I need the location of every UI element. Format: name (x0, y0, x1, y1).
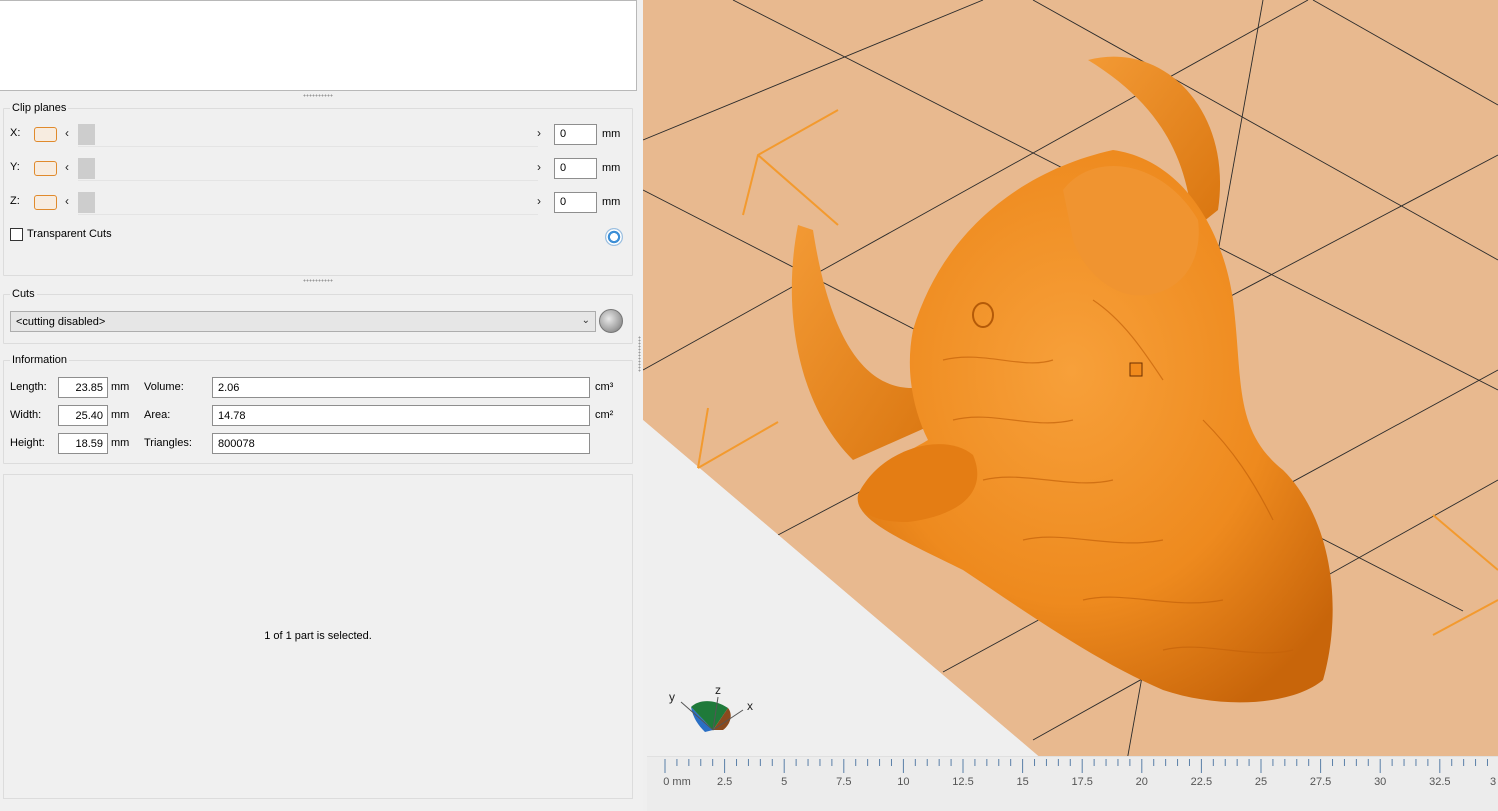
clip-plane-z-icon[interactable] (34, 195, 57, 210)
clip-plane-y-icon[interactable] (34, 161, 57, 176)
cuts-dropdown-value: <cutting disabled> (16, 316, 106, 328)
ruler-tick-label: 30 (1374, 776, 1387, 788)
ruler-tick-label: 10 (897, 776, 910, 788)
ruler-tick-label: 7.5 (836, 776, 852, 788)
panel-resize-grip-middle[interactable] (303, 279, 333, 282)
ruler-tick-label: 20 (1135, 776, 1148, 788)
clip-x-decrease-arrow-icon[interactable]: ‹ (62, 126, 72, 140)
clip-x-increase-arrow-icon[interactable]: › (534, 126, 544, 140)
ruler-ticks (664, 759, 1488, 773)
cuts-dropdown[interactable]: <cutting disabled> ⌄ (10, 311, 596, 332)
triangles-label: Triangles: (144, 437, 192, 449)
ruler-tick-label: 0 mm (663, 776, 691, 788)
clip-x-unit: mm (602, 128, 621, 140)
area-label: Area: (144, 409, 171, 421)
clip-z-slider[interactable] (78, 191, 538, 215)
scene-canvas (643, 0, 1498, 811)
splitter-grip[interactable] (638, 336, 641, 372)
clip-z-slider-thumb[interactable] (78, 192, 95, 213)
clip-row-z: Z: ‹ › 0 mm (4, 191, 634, 215)
length-value: 23.85 (58, 377, 108, 398)
reset-clip-icon[interactable] (605, 228, 623, 246)
volume-label: Volume: (144, 381, 184, 393)
clip-y-slider-thumb[interactable] (78, 158, 95, 179)
clip-z-value-input[interactable]: 0 (554, 192, 597, 213)
area-unit: cm² (595, 409, 614, 421)
information-group: Information Length: 23.85 mm Volume: 2.0… (3, 353, 633, 464)
cuts-group: Cuts <cutting disabled> ⌄ (3, 287, 633, 344)
length-label: Length: (10, 381, 47, 393)
clip-x-label: X: (10, 127, 21, 139)
clip-y-increase-arrow-icon[interactable]: › (534, 160, 544, 174)
width-label: Width: (10, 409, 42, 421)
clip-planes-group: Clip planes X: ‹ › 0 mm Y: ‹ › 0 mm Z: ‹… (3, 101, 634, 276)
panel-resize-grip-top[interactable] (303, 94, 333, 97)
information-title: Information (10, 353, 70, 367)
height-value: 18.59 (58, 433, 108, 454)
clip-planes-title: Clip planes (10, 101, 69, 115)
axis-x-label: x (747, 699, 753, 713)
clip-y-decrease-arrow-icon[interactable]: ‹ (62, 160, 72, 174)
clip-row-y: Y: ‹ › 0 mm (4, 157, 634, 181)
clip-y-value-input[interactable]: 0 (554, 158, 597, 179)
volume-unit: cm³ (595, 381, 614, 393)
ruler-tick-label: 22.5 (1190, 776, 1213, 788)
clip-x-value-input[interactable]: 0 (554, 124, 597, 145)
ruler-tick-label: 32.5 (1429, 776, 1451, 788)
clip-y-unit: mm (602, 162, 621, 174)
clip-y-slider[interactable] (78, 157, 538, 181)
clip-z-increase-arrow-icon[interactable]: › (534, 194, 544, 208)
cut-tool-icon[interactable] (599, 309, 623, 333)
width-value: 25.40 (58, 405, 108, 426)
width-unit: mm (111, 409, 130, 421)
ruler-tick-label: 3 (1489, 776, 1497, 788)
height-label: Height: (10, 437, 45, 449)
selection-status-text: 1 of 1 part is selected. (264, 630, 372, 642)
triangles-value: 800078 (212, 433, 590, 454)
clip-y-label: Y: (10, 161, 20, 173)
length-unit: mm (111, 381, 130, 393)
chevron-down-icon: ⌄ (581, 315, 590, 326)
3d-viewport[interactable]: y z x 0 mm 2.5 5 7.5 10 12.5 15 17.5 20 22.5 25 27.… (643, 0, 1498, 811)
clip-z-label: Z: (10, 195, 20, 207)
ruler-tick-label: 15 (1016, 776, 1029, 788)
clip-plane-x-icon[interactable] (34, 127, 57, 142)
selection-status-area: 1 of 1 part is selected. (3, 474, 633, 799)
clip-row-x: X: ‹ › 0 mm (4, 123, 634, 147)
clip-x-slider[interactable] (78, 123, 538, 147)
axis-z-label: z (715, 683, 721, 697)
clip-z-decrease-arrow-icon[interactable]: ‹ (62, 194, 72, 208)
ruler-tick-label: 17.5 (1071, 776, 1093, 788)
top-preview-area (0, 0, 637, 91)
left-panel: Clip planes X: ‹ › 0 mm Y: ‹ › 0 mm Z: ‹… (0, 0, 640, 811)
ruler-tick-label: 2.5 (716, 776, 733, 788)
transparent-cuts-checkbox[interactable] (10, 228, 23, 241)
volume-value: 2.06 (212, 377, 590, 398)
ruler-tick-label: 5 (781, 776, 788, 788)
ruler-tick-label: 25 (1254, 776, 1268, 788)
cuts-title: Cuts (10, 287, 37, 301)
ruler-tick-label: 27.5 (1309, 776, 1332, 788)
area-value: 14.78 (212, 405, 590, 426)
ruler-tick-label: 12.5 (952, 776, 974, 788)
height-unit: mm (111, 437, 130, 449)
clip-x-slider-thumb[interactable] (78, 124, 95, 145)
transparent-cuts-label: Transparent Cuts (27, 228, 112, 240)
measurement-ruler: 0 mm 2.5 5 7.5 10 12.5 15 17.5 20 22.5 25 27.5 30 32.… (647, 756, 1498, 811)
clip-z-unit: mm (602, 196, 621, 208)
app-window: Clip planes X: ‹ › 0 mm Y: ‹ › 0 mm Z: ‹… (0, 0, 1498, 811)
axis-y-label: y (669, 690, 675, 704)
